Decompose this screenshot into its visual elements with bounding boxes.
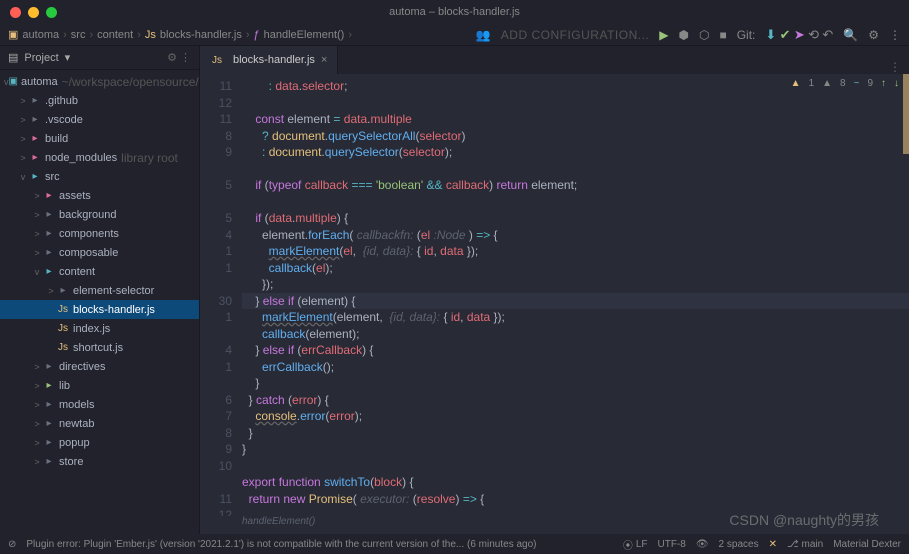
stop-button[interactable]: ■: [719, 28, 726, 42]
crumb-src[interactable]: src: [71, 29, 86, 41]
more-icon[interactable]: ⋮: [889, 28, 901, 42]
tree-item[interactable]: >▸lib: [0, 376, 199, 395]
project-tree[interactable]: v▣ automa ~/workspace/opensource/ >▸.git…: [0, 70, 199, 534]
sidebar-title[interactable]: Project: [24, 52, 58, 64]
tab-blocks-handler[interactable]: Js blocks-handler.js ×: [200, 46, 338, 74]
tab-label: blocks-handler.js: [233, 54, 315, 66]
tree-root[interactable]: v▣ automa ~/workspace/opensource/: [0, 72, 199, 91]
tree-item[interactable]: >▸.github: [0, 91, 199, 110]
vcs-commit-icon[interactable]: ✔: [780, 27, 791, 42]
root-name: automa: [21, 76, 58, 88]
settings-icon[interactable]: ⚙: [868, 28, 879, 42]
scroll-up-icon[interactable]: ↑: [881, 78, 886, 89]
window-title: automa – blocks-handler.js: [389, 6, 520, 18]
tree-item[interactable]: >▸models: [0, 395, 199, 414]
line-separator[interactable]: ⦿ LF: [623, 537, 648, 552]
vcs-rollback-icon[interactable]: ↶: [822, 27, 833, 42]
statusbar: ⊘ Plugin error: Plugin 'Ember.js' (versi…: [0, 534, 909, 554]
tree-item[interactable]: v▸content: [0, 262, 199, 281]
code-content[interactable]: : data.selector; const element = data.mu…: [242, 74, 909, 516]
sidebar-settings-icon[interactable]: ⚙ ⋮: [167, 51, 191, 64]
navigation-bar: ▣ automa› src› content› Js blocks-handle…: [0, 24, 909, 46]
tree-item[interactable]: >▸assets: [0, 186, 199, 205]
git-branch[interactable]: ⎇ main: [787, 539, 823, 550]
vcs-update-icon[interactable]: ⬇: [765, 27, 776, 42]
error-stripe[interactable]: [903, 74, 909, 154]
status-error-icon[interactable]: ⊘: [8, 539, 16, 550]
crumb-function[interactable]: handleElement(): [264, 29, 345, 41]
maximize-window-button[interactable]: [46, 7, 57, 18]
tree-item[interactable]: v▸src: [0, 167, 199, 186]
coverage-button[interactable]: ⬡: [699, 28, 709, 42]
tools-icon[interactable]: ✕: [769, 539, 777, 550]
tree-item[interactable]: >▸.vscode: [0, 110, 199, 129]
vcs-actions: ⬇ ✔ ➤ ⟲ ↶: [765, 27, 833, 43]
scroll-down-icon[interactable]: ↓: [894, 78, 899, 89]
project-icon: ▣: [8, 28, 18, 41]
editor-more-icon[interactable]: ⋮: [881, 60, 909, 74]
indent[interactable]: 2 spaces: [719, 539, 759, 550]
close-tab-icon[interactable]: ×: [321, 54, 327, 66]
project-sidebar: ▤ Project ▾ ⚙ ⋮ v▣ automa ~/workspace/op…: [0, 46, 200, 534]
encoding[interactable]: UTF-8: [658, 539, 686, 550]
close-window-button[interactable]: [10, 7, 21, 18]
tree-item[interactable]: >▸build: [0, 129, 199, 148]
sidebar-dropdown-icon[interactable]: ▾: [65, 51, 71, 64]
eye-icon[interactable]: 👁: [696, 539, 709, 550]
sidebar-header: ▤ Project ▾ ⚙ ⋮: [0, 46, 199, 70]
tree-item[interactable]: >▸composable: [0, 243, 199, 262]
tree-item[interactable]: >▸store: [0, 452, 199, 471]
watermark: CSDN @naughty的男孩: [729, 510, 879, 530]
run-button[interactable]: ▶: [659, 28, 668, 42]
tree-item[interactable]: >▸node_moduleslibrary root: [0, 148, 199, 167]
tree-item[interactable]: >▸popup: [0, 433, 199, 452]
crumb-project[interactable]: automa: [22, 29, 59, 41]
debug-button[interactable]: ⬢: [678, 28, 688, 42]
tree-item[interactable]: Jsshortcut.js: [0, 338, 199, 357]
tree-item[interactable]: >▸element-selector: [0, 281, 199, 300]
tree-item[interactable]: >▸background: [0, 205, 199, 224]
tree-item[interactable]: Jsblocks-handler.js: [0, 300, 199, 319]
vcs-history-icon[interactable]: ⟲: [808, 27, 819, 42]
tree-item[interactable]: >▸directives: [0, 357, 199, 376]
typo-icon: ~: [854, 78, 860, 89]
run-config-dropdown[interactable]: ADD CONFIGURATION...: [501, 28, 649, 42]
crumb-content[interactable]: content: [97, 29, 133, 41]
titlebar: automa – blocks-handler.js: [0, 0, 909, 24]
minimize-window-button[interactable]: [28, 7, 39, 18]
vcs-push-icon[interactable]: ➤: [794, 27, 805, 42]
weak-warning-icon: ▲: [822, 78, 832, 89]
toolbar: 👥 ADD CONFIGURATION... ▶ ⬢ ⬡ ■ Git: ⬇ ✔ …: [476, 27, 901, 43]
tree-item[interactable]: >▸components: [0, 224, 199, 243]
tree-item[interactable]: >▸newtab: [0, 414, 199, 433]
search-icon[interactable]: 🔍: [843, 28, 858, 42]
warning-icon: ▲: [791, 78, 801, 89]
function-icon: ƒ: [254, 29, 260, 41]
window-controls: [0, 7, 57, 18]
user-icon[interactable]: 👥: [476, 28, 491, 42]
editor: Js blocks-handler.js × ⋮ ▲1 ▲8 ~9 ↑ ↓ 11…: [200, 46, 909, 534]
gutter[interactable]: 1112118955411301416789101112: [200, 74, 242, 516]
tree-item[interactable]: Jsindex.js: [0, 319, 199, 338]
crumb-file[interactable]: blocks-handler.js: [160, 29, 242, 41]
git-label: Git:: [737, 28, 756, 42]
inspections-widget[interactable]: ▲1 ▲8 ~9 ↑ ↓: [791, 78, 899, 89]
project-tool-icon: ▤: [8, 51, 18, 64]
js-file-icon: Js: [210, 55, 224, 66]
root-path: ~/workspace/opensource/: [62, 75, 199, 89]
theme-indicator[interactable]: Material Dexter: [833, 539, 901, 550]
status-message[interactable]: Plugin error: Plugin 'Ember.js' (version…: [26, 539, 612, 550]
editor-tabs: Js blocks-handler.js × ⋮: [200, 46, 909, 74]
js-file-icon: Js: [145, 29, 156, 41]
